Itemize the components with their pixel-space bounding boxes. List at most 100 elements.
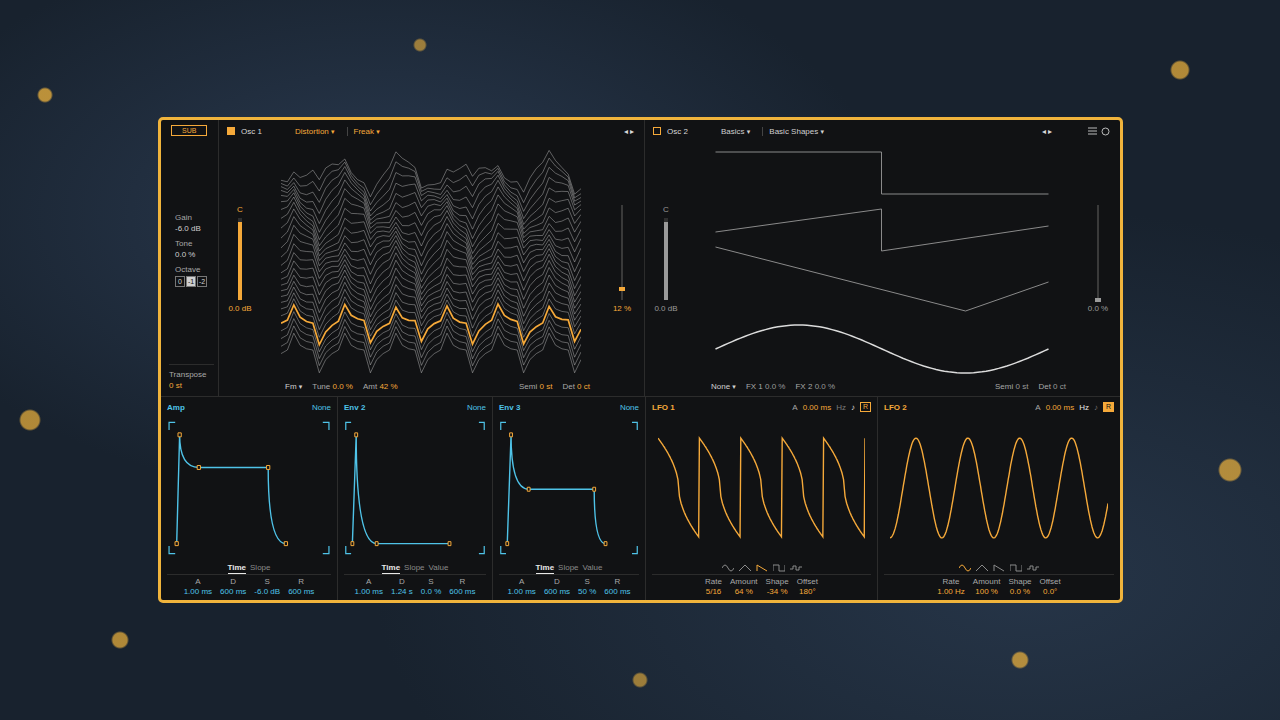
footer-param[interactable]: FX 1 0.0 %: [746, 382, 786, 391]
nav-button[interactable]: ◂: [1042, 127, 1046, 136]
envelope-node[interactable]: [448, 542, 451, 546]
square-shape-icon[interactable]: [1010, 564, 1022, 572]
envelope-param[interactable]: A 1.00 ms: [507, 577, 535, 596]
lfo-param[interactable]: Amount 100 %: [973, 577, 1001, 596]
footer-param[interactable]: Semi 0 st: [519, 382, 552, 391]
envelope-node[interactable]: [267, 465, 270, 469]
envelope-param[interactable]: A 1.00 ms: [184, 577, 212, 596]
envelope-param[interactable]: R 600 ms: [288, 577, 314, 596]
lfo-param[interactable]: Rate 5/16: [705, 577, 722, 596]
octave-button[interactable]: -1: [186, 276, 196, 287]
saw-shape-icon[interactable]: [756, 564, 768, 572]
saw-shape-icon[interactable]: [993, 564, 1005, 572]
circle-icon[interactable]: [1101, 127, 1110, 136]
lfo-param[interactable]: Rate 1.00 Hz: [937, 577, 965, 596]
envelope-graph[interactable]: [167, 414, 331, 562]
envelope-tab[interactable]: Time: [536, 562, 555, 574]
attack-value[interactable]: 0.00 ms: [803, 403, 831, 412]
oscillator-toggle[interactable]: [653, 127, 661, 135]
envelope-node[interactable]: [593, 487, 596, 491]
envelope-tab[interactable]: Time: [382, 562, 401, 574]
oscillator-dropdown[interactable]: Basic Shapes ▾: [762, 127, 830, 136]
mix-thumb[interactable]: [619, 287, 625, 291]
envelope-graph[interactable]: [499, 414, 639, 562]
rate-mode-button[interactable]: Hz: [1079, 403, 1089, 412]
mod-target[interactable]: None: [312, 403, 331, 412]
octave-button[interactable]: 0: [175, 276, 185, 287]
rate-mode-button[interactable]: ♪: [851, 403, 855, 412]
random-shape-icon[interactable]: [790, 564, 802, 572]
oscillator-dropdown[interactable]: Distortion ▾: [295, 127, 341, 136]
mix-slider[interactable]: [1097, 205, 1099, 300]
envelope-node[interactable]: [351, 542, 354, 546]
rate-mode-button[interactable]: ♪: [1094, 403, 1098, 412]
mode-dropdown[interactable]: None ▾: [711, 382, 736, 391]
retrigger-button[interactable]: R: [1103, 402, 1114, 412]
envelope-param[interactable]: R 600 ms: [449, 577, 475, 596]
nav-button[interactable]: ▸: [630, 127, 634, 136]
mod-target[interactable]: None: [467, 403, 486, 412]
footer-param[interactable]: Det 0 ct: [1038, 382, 1066, 391]
envelope-node[interactable]: [355, 433, 358, 437]
attack-value[interactable]: 0.00 ms: [1046, 403, 1074, 412]
envelope-param[interactable]: D 600 ms: [220, 577, 246, 596]
footer-param[interactable]: Det 0 ct: [562, 382, 590, 391]
nav-button[interactable]: ◂: [624, 127, 628, 136]
menu-icon[interactable]: [1088, 127, 1097, 135]
envelope-param[interactable]: D 1.24 s: [391, 577, 413, 596]
envelope-node[interactable]: [506, 542, 509, 546]
square-shape-icon[interactable]: [773, 564, 785, 572]
footer-param[interactable]: Tune 0.0 %: [312, 382, 353, 391]
lfo-param[interactable]: Shape 0.0 %: [1008, 577, 1031, 596]
envelope-node[interactable]: [175, 542, 178, 546]
envelope-param[interactable]: D 600 ms: [544, 577, 570, 596]
nav-button[interactable]: ▸: [1048, 127, 1052, 136]
lfo-param[interactable]: Shape -34 %: [766, 577, 789, 596]
envelope-node[interactable]: [604, 542, 607, 546]
envelope-param[interactable]: A 1.00 ms: [355, 577, 383, 596]
sub-param[interactable]: Tone 0.0 %: [175, 239, 214, 259]
sine-shape-icon[interactable]: [959, 564, 971, 572]
envelope-tab[interactable]: Time: [228, 562, 247, 574]
retrigger-button[interactable]: R: [860, 402, 871, 412]
random-shape-icon[interactable]: [1027, 564, 1039, 572]
triangle-shape-icon[interactable]: [976, 564, 988, 572]
mix-thumb[interactable]: [1095, 298, 1101, 302]
transpose-control[interactable]: Transpose 0 st: [169, 364, 214, 390]
oscillator-toggle[interactable]: [227, 127, 235, 135]
envelope-node[interactable]: [178, 433, 181, 437]
envelope-tab[interactable]: Slope: [250, 562, 270, 574]
envelope-param[interactable]: R 600 ms: [604, 577, 630, 596]
envelope-param[interactable]: S 0.0 %: [421, 577, 441, 596]
sub-param[interactable]: Gain -6.0 dB: [175, 213, 214, 233]
mod-target[interactable]: None: [620, 403, 639, 412]
envelope-tab[interactable]: Value: [583, 562, 603, 574]
oscillator-dropdown[interactable]: Freak ▾: [347, 127, 386, 136]
footer-param[interactable]: Amt 42 %: [363, 382, 398, 391]
lfo-param[interactable]: Amount 64 %: [730, 577, 758, 596]
footer-param[interactable]: Semi 0 st: [995, 382, 1028, 391]
envelope-graph[interactable]: [344, 414, 486, 562]
gain-slider[interactable]: [664, 218, 668, 300]
lfo-param[interactable]: Offset 180°: [797, 577, 818, 596]
lfo-param[interactable]: Offset 0.0°: [1040, 577, 1061, 596]
rate-mode-button[interactable]: Hz: [836, 403, 846, 412]
envelope-tab[interactable]: Value: [429, 562, 449, 574]
envelope-node[interactable]: [284, 542, 287, 546]
envelope-tab[interactable]: Slope: [404, 562, 424, 574]
envelope-param[interactable]: S 50 %: [578, 577, 596, 596]
sub-button[interactable]: SUB: [171, 125, 207, 136]
envelope-node[interactable]: [197, 465, 200, 469]
footer-param[interactable]: FX 2 0.0 %: [795, 382, 835, 391]
envelope-node[interactable]: [527, 487, 530, 491]
envelope-tab[interactable]: Slope: [558, 562, 578, 574]
sine-shape-icon[interactable]: [722, 564, 734, 572]
gain-slider[interactable]: [238, 218, 242, 300]
envelope-node[interactable]: [375, 542, 378, 546]
envelope-node[interactable]: [510, 433, 513, 437]
octave-button[interactable]: -2: [197, 276, 207, 287]
triangle-shape-icon[interactable]: [739, 564, 751, 572]
envelope-param[interactable]: S -6.0 dB: [254, 577, 280, 596]
mode-dropdown[interactable]: Fm ▾: [285, 382, 302, 391]
mix-slider[interactable]: [621, 205, 623, 300]
